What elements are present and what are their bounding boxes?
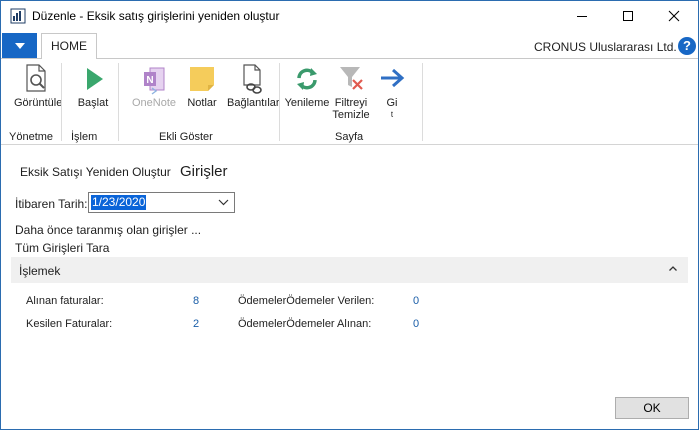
notes-label: Notlar [187, 97, 217, 109]
window-title: Düzenle - Eksik satış girişlerini yenide… [32, 9, 280, 23]
invoices-received-value[interactable]: 8 [193, 295, 199, 307]
start-date-label: İtibaren Tarih: [15, 197, 88, 211]
notes-button[interactable]: Notlar [185, 59, 219, 109]
scan-all-entries-link[interactable]: Tüm Girişleri Tara [15, 241, 109, 255]
group-label-show-attached: Ekli Göster [159, 131, 213, 143]
link-document-icon [243, 64, 262, 94]
view-button[interactable]: Görüntüle [14, 59, 62, 109]
chevron-up-icon[interactable] [668, 264, 678, 274]
onenote-button[interactable]: N OneNote [126, 59, 182, 109]
svg-text:N: N [146, 75, 153, 86]
title-bar: Düzenle - Eksik satış girişlerini yenide… [1, 1, 698, 31]
tab-home[interactable]: HOME [41, 33, 97, 59]
dialog-window: Düzenle - Eksik satış girişlerini yenide… [0, 0, 699, 430]
clear-filter-button[interactable]: Filtreyi Temizle [330, 59, 372, 121]
onenote-icon: N [144, 67, 165, 95]
ribbon-tab-strip: HOME CRONUS Uluslararası Ltd. ? [1, 33, 698, 59]
start-label: Başlat [77, 97, 109, 109]
arrow-right-icon [381, 68, 405, 88]
group-label-manage: Yönetme [9, 131, 54, 143]
maximize-button[interactable] [605, 1, 651, 31]
section-title: İşlemek [19, 264, 61, 278]
links-label: Bağlantılar [227, 97, 280, 109]
minimize-icon [577, 16, 587, 17]
group-separator [279, 63, 280, 141]
breadcrumb-action: Eksik Satışı Yeniden Oluştur [20, 165, 171, 179]
play-icon [87, 68, 103, 90]
onenote-label: OneNote [131, 97, 177, 109]
group-separator [118, 63, 119, 141]
close-icon [668, 10, 680, 22]
clear-filter-icon [340, 67, 363, 90]
chevron-down-icon [218, 199, 229, 206]
minimize-button[interactable] [559, 1, 605, 31]
refresh-label: Yenileme [284, 97, 330, 109]
payments-received-value[interactable]: 0 [413, 318, 419, 330]
goto-button[interactable]: Gi t [376, 59, 408, 121]
start-date-dropdown[interactable]: 1/23/2020 [88, 192, 235, 213]
ok-button[interactable]: OK [615, 397, 689, 419]
application-menu-button[interactable] [2, 33, 37, 58]
payments-given-value[interactable]: 0 [413, 295, 419, 307]
ribbon: Görüntüle Başlat N OneNote Notlar Bağlan… [1, 58, 698, 145]
goto-label-1: Gi [386, 97, 398, 109]
start-button[interactable]: Başlat [73, 59, 113, 109]
view-label: Görüntüle [14, 97, 63, 109]
page-title: Girişler [180, 163, 228, 180]
start-date-value: 1/23/2020 [91, 195, 147, 210]
process-section-header[interactable]: İşlemek [11, 257, 688, 283]
invoices-received-label: Alınan faturalar: [26, 295, 104, 307]
company-name: CRONUS Uluslararası Ltd. [534, 40, 677, 54]
refresh-button[interactable]: Yenileme [284, 59, 330, 109]
scanned-entries-label: Daha önce taranmış olan girişler ... [15, 223, 202, 237]
app-chart-icon [10, 8, 26, 24]
view-document-icon [26, 64, 46, 92]
caret-down-icon [14, 42, 25, 49]
payments-received-label: ÖdemelerÖdemeler Alınan: [238, 318, 372, 330]
group-label-process: İşlem [71, 131, 98, 143]
group-separator [422, 63, 423, 141]
invoices-issued-value[interactable]: 2 [193, 318, 199, 330]
goto-label-2: t [390, 110, 394, 119]
links-button[interactable]: Bağlantılar [227, 59, 280, 109]
invoices-issued-label: Kesilen Faturalar: [26, 318, 113, 330]
group-label-page: Sayfa [335, 131, 364, 143]
payments-given-label: ÖdemelerÖdemeler Verilen: [238, 295, 375, 307]
refresh-icon [297, 68, 317, 90]
clear-filter-label-2: Temizle [332, 109, 370, 121]
clear-filter-label-1: Filtreyi [334, 97, 368, 109]
group-separator [61, 63, 62, 141]
sticky-note-icon [190, 67, 214, 91]
close-button[interactable] [651, 1, 697, 31]
maximize-icon [623, 11, 633, 21]
help-icon[interactable]: ? [678, 37, 696, 55]
